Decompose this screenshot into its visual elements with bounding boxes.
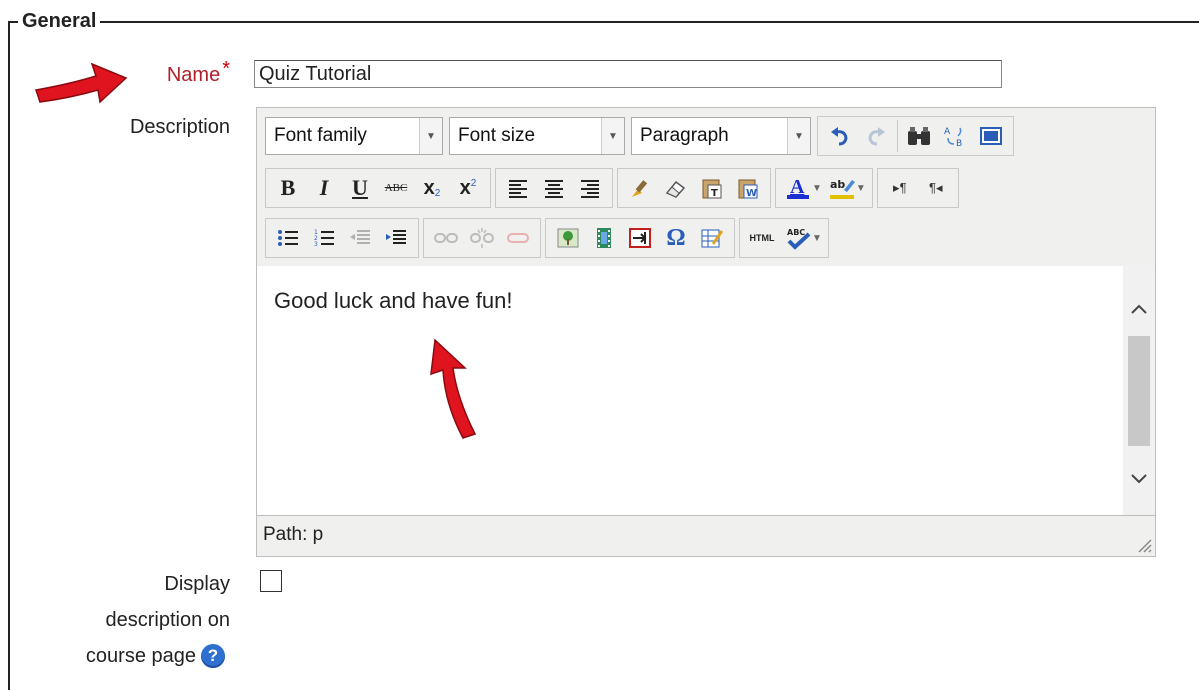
ltr-icon[interactable]: ▸¶	[883, 171, 917, 205]
name-input[interactable]	[254, 60, 1002, 88]
outdent-icon[interactable]	[343, 221, 377, 255]
display-label-line2: description on	[105, 609, 230, 631]
rich-text-editor: Font family ▼ Font size ▼ Paragraph ▼ A …	[256, 107, 1156, 557]
text-color-icon[interactable]: A	[781, 171, 815, 205]
resize-handle-icon[interactable]	[1135, 536, 1153, 554]
find-icon[interactable]	[902, 119, 936, 153]
svg-text:B: B	[956, 139, 962, 148]
list-group: 123	[265, 218, 419, 258]
toolbar-separator	[897, 120, 898, 152]
brush-icon[interactable]	[623, 171, 657, 205]
replace-icon[interactable]: AB	[938, 119, 972, 153]
fullscreen-icon[interactable]	[974, 119, 1008, 153]
align-right-icon[interactable]	[573, 171, 607, 205]
svg-text:ab: ab	[830, 178, 845, 191]
fieldset-border-top	[8, 21, 1199, 23]
chevron-down-icon: ▼	[787, 118, 810, 154]
format-value: Paragraph	[640, 125, 729, 146]
chevron-down-icon: ▼	[419, 118, 442, 154]
alignment-group	[495, 168, 613, 208]
required-star: *	[222, 58, 230, 80]
chevron-down-icon[interactable]: ▼	[812, 183, 822, 194]
color-group: A ▼ ab ▼	[775, 168, 873, 208]
table-icon[interactable]	[695, 221, 729, 255]
chevron-down-icon: ▼	[601, 118, 624, 154]
anchor-icon[interactable]	[501, 221, 535, 255]
name-label-text: Name	[166, 64, 221, 86]
text-style-group: B I U ABC x2 x2	[265, 168, 491, 208]
svg-text:W: W	[746, 188, 757, 199]
numbered-list-icon[interactable]: 123	[307, 221, 341, 255]
scroll-thumb[interactable]	[1128, 336, 1150, 446]
strikethrough-icon[interactable]: ABC	[379, 171, 413, 205]
svg-text:T: T	[711, 188, 718, 199]
indent-icon[interactable]	[379, 221, 413, 255]
format-select[interactable]: Paragraph ▼	[631, 117, 811, 155]
link-group	[423, 218, 541, 258]
toolbar-row-3: 123 Ω HTML ABC ▼	[265, 216, 833, 260]
spellcheck-icon[interactable]: ABC	[781, 221, 815, 255]
align-center-icon[interactable]	[537, 171, 571, 205]
font-family-select[interactable]: Font family ▼	[265, 117, 443, 155]
history-group: AB	[817, 116, 1014, 156]
arrow-annotation-icon	[430, 338, 477, 439]
unlink-icon[interactable]	[465, 221, 499, 255]
toolbar-row-1: Font family ▼ Font size ▼ Paragraph ▼ A …	[265, 114, 1018, 158]
highlight-color-icon[interactable]: ab	[825, 171, 859, 205]
scroll-down-icon[interactable]	[1123, 463, 1155, 495]
direction-group: ▸¶ ¶◂	[876, 168, 959, 208]
display-description-checkbox[interactable]	[260, 570, 282, 592]
align-left-icon[interactable]	[501, 171, 535, 205]
paste-word-icon[interactable]: W	[731, 171, 765, 205]
image-icon[interactable]	[551, 221, 585, 255]
editor-content-area[interactable]: Good luck and have fun!	[257, 266, 1155, 516]
omega-icon[interactable]: Ω	[659, 221, 693, 255]
svg-text:A: A	[790, 176, 805, 198]
font-family-value: Font family	[274, 125, 367, 146]
paste-text-icon[interactable]: T	[695, 171, 729, 205]
media-icon[interactable]	[587, 221, 621, 255]
font-size-value: Font size	[458, 125, 536, 146]
svg-text:A: A	[944, 127, 951, 137]
clipboard-group: T W	[617, 168, 771, 208]
editor-scrollbar[interactable]	[1123, 266, 1155, 515]
undo-icon[interactable]	[823, 119, 857, 153]
description-label: Description	[129, 116, 230, 138]
display-label-line1: Display	[164, 573, 230, 595]
nonbreaking-icon[interactable]	[623, 221, 657, 255]
fieldset-border-left	[8, 21, 10, 690]
font-size-select[interactable]: Font size ▼	[449, 117, 625, 155]
scroll-up-icon[interactable]	[1123, 293, 1155, 325]
code-group: HTML ABC ▼	[739, 218, 829, 258]
underline-icon[interactable]: U	[343, 171, 377, 205]
superscript-icon[interactable]: x2	[451, 171, 485, 205]
bullet-list-icon[interactable]	[271, 221, 305, 255]
subscript-icon[interactable]: x2	[415, 171, 449, 205]
rtl-icon[interactable]: ¶◂	[919, 171, 953, 205]
insert-group: Ω	[545, 218, 735, 258]
toolbar-row-2: B I U ABC x2 x2 T W A ▼ ab ▼ ▸¶ ¶◂	[265, 166, 963, 210]
italic-icon[interactable]: I	[307, 171, 341, 205]
chevron-down-icon[interactable]: ▼	[856, 183, 866, 194]
eraser-icon[interactable]	[659, 171, 693, 205]
arrow-annotation-icon	[35, 62, 128, 104]
redo-icon[interactable]	[859, 119, 893, 153]
link-icon[interactable]	[429, 221, 463, 255]
editor-content-text[interactable]: Good luck and have fun!	[274, 288, 513, 314]
help-icon[interactable]: ?	[201, 644, 225, 668]
editor-statusbar: Path: p	[257, 516, 1155, 556]
chevron-down-icon[interactable]: ▼	[812, 233, 822, 244]
name-label: Name *	[120, 58, 230, 92]
bold-icon[interactable]: B	[271, 171, 305, 205]
editor-path: Path: p	[263, 524, 324, 545]
html-icon[interactable]: HTML	[745, 221, 779, 255]
svg-text:ABC: ABC	[787, 228, 805, 237]
svg-text:3: 3	[314, 241, 318, 248]
fieldset-legend: General	[18, 8, 101, 34]
editor-toolbar: Font family ▼ Font size ▼ Paragraph ▼ A …	[257, 108, 1155, 267]
